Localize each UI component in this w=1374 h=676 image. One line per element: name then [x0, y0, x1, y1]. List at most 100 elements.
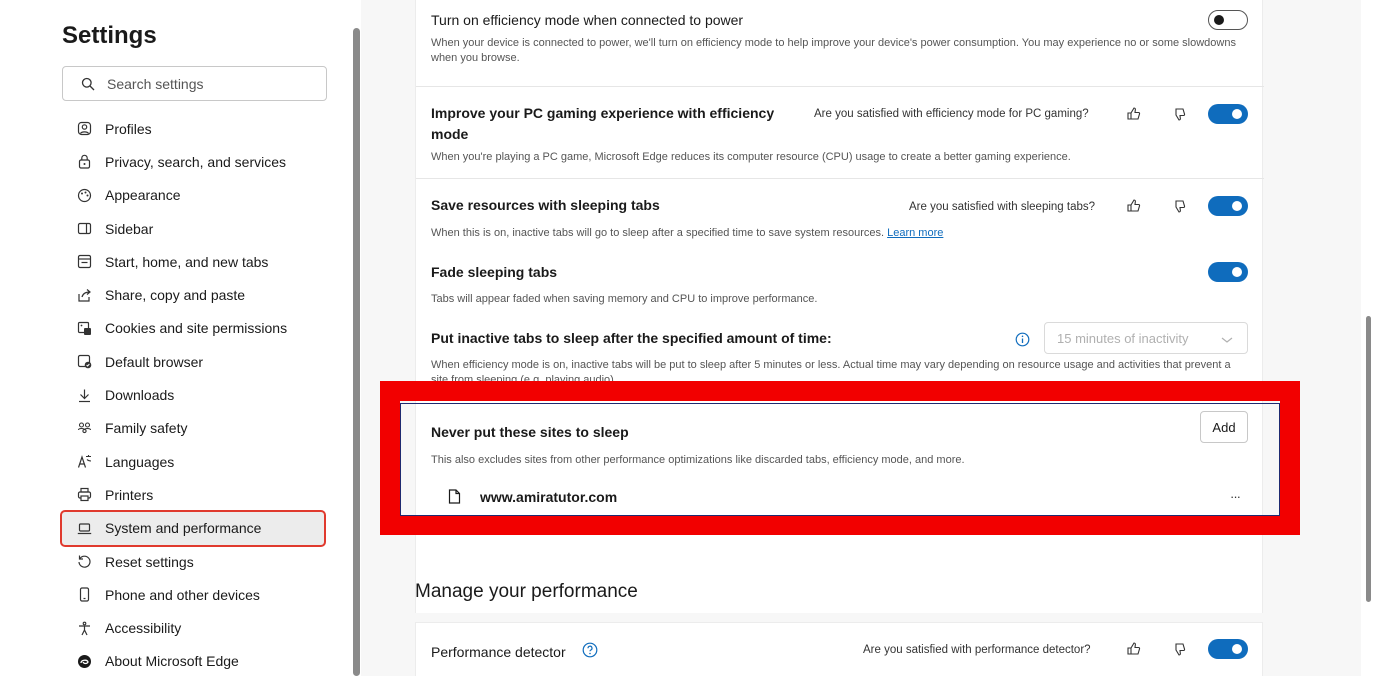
- fade-tabs-desc: Tabs will appear faded when saving memor…: [431, 293, 818, 305]
- thumbs-down-icon[interactable]: [1171, 641, 1187, 657]
- info-icon[interactable]: [1014, 331, 1030, 347]
- manage-performance-heading: Manage your performance: [415, 581, 638, 602]
- download-icon: [76, 387, 93, 404]
- sidebar-item-label: Share, copy and paste: [105, 287, 246, 304]
- search-icon: [79, 75, 97, 93]
- sidebar-item-profiles[interactable]: Profiles: [62, 112, 324, 145]
- sidebar-item-label: Phone and other devices: [105, 586, 260, 603]
- sidebar-item-label: Languages: [105, 453, 175, 470]
- toggle-knob: [1232, 109, 1242, 119]
- sidebar-item-default-browser[interactable]: Default browser: [62, 345, 324, 378]
- sidebar-item-label: Cookies and site permissions: [105, 320, 288, 337]
- sidebar-item-label: Downloads: [105, 387, 175, 404]
- divider: [416, 86, 1264, 87]
- gaming-feedback-question: Are you satisfied with efficiency mode f…: [814, 108, 1089, 120]
- sidebar-item-reset[interactable]: Reset settings: [62, 545, 324, 578]
- lock-icon: [76, 153, 93, 170]
- fade-tabs-title: Fade sleeping tabs: [431, 264, 558, 280]
- settings-sidebar: Settings Profiles Privacy, search, and s…: [0, 0, 352, 676]
- sidebar-item-label: Default browser: [105, 353, 204, 370]
- gaming-row: Improve your PC gaming experience with e…: [431, 103, 791, 145]
- gaming-desc: When you're playing a PC game, Microsoft…: [431, 151, 1071, 163]
- sleeping-tabs-desc-wrap: When this is on, inactive tabs will go t…: [431, 226, 1249, 241]
- profile-icon: [76, 120, 93, 137]
- thumbs-up-icon[interactable]: [1126, 198, 1142, 214]
- sidebar-item-accessibility[interactable]: Accessibility: [62, 611, 324, 644]
- annotation-inner-border: [400, 403, 1280, 516]
- performance-detector-title: Performance detector: [431, 644, 566, 660]
- accessibility-icon: [76, 620, 93, 637]
- home-tabs-icon: [76, 253, 93, 270]
- sleeping-tabs-toggle[interactable]: [1208, 196, 1248, 216]
- efficiency-power-row: Turn on efficiency mode when connected t…: [431, 12, 1249, 66]
- sleeping-tabs-title: Save resources with sleeping tabs: [431, 197, 660, 213]
- edge-logo-icon: [76, 653, 93, 670]
- sidebar-item-share[interactable]: Share, copy and paste: [62, 278, 324, 311]
- sidebar-item-start-home[interactable]: Start, home, and new tabs: [62, 245, 324, 278]
- share-icon: [76, 287, 93, 304]
- laptop-icon: [76, 520, 93, 537]
- main-scrollbar[interactable]: [1366, 316, 1371, 602]
- sidebar-item-about[interactable]: About Microsoft Edge: [62, 645, 324, 676]
- help-icon[interactable]: [582, 642, 598, 658]
- performance-detector-toggle[interactable]: [1208, 639, 1248, 659]
- thumbs-down-icon[interactable]: [1171, 106, 1187, 122]
- sidebar-item-privacy[interactable]: Privacy, search, and services: [62, 145, 324, 178]
- sidebar-item-label: Privacy, search, and services: [105, 153, 287, 170]
- learn-more-link[interactable]: Learn more: [887, 227, 943, 239]
- languages-icon: [76, 453, 93, 470]
- sidebar-icon: [76, 220, 93, 237]
- sleeping-tabs-desc: When this is on, inactive tabs will go t…: [431, 227, 885, 239]
- sidebar-item-label: Start, home, and new tabs: [105, 253, 269, 270]
- sleeping-tabs-feedback-question: Are you satisfied with sleeping tabs?: [909, 201, 1096, 213]
- settings-nav: Profiles Privacy, search, and services A…: [60, 112, 326, 676]
- toggle-knob: [1232, 644, 1242, 654]
- sidebar-item-appearance[interactable]: Appearance: [62, 179, 324, 212]
- sidebar-item-label: About Microsoft Edge: [105, 653, 239, 670]
- divider: [416, 178, 1264, 179]
- gaming-toggle[interactable]: [1208, 104, 1248, 124]
- sidebar-item-system-performance[interactable]: System and performance: [60, 509, 326, 547]
- efficiency-power-title: Turn on efficiency mode when connected t…: [431, 12, 744, 28]
- phone-icon: [76, 586, 93, 603]
- sidebar-item-label: System and performance: [105, 520, 262, 537]
- thumbs-down-icon[interactable]: [1171, 198, 1187, 214]
- chevron-down-icon: [1221, 333, 1233, 348]
- gaming-title-line2: mode: [431, 126, 469, 142]
- thumbs-up-icon[interactable]: [1126, 106, 1142, 122]
- toggle-knob: [1232, 201, 1242, 211]
- performance-detector-feedback-question: Are you satisfied with performance detec…: [863, 644, 1091, 656]
- sidebar-item-downloads[interactable]: Downloads: [62, 378, 324, 411]
- fade-tabs-toggle[interactable]: [1208, 262, 1248, 282]
- search-box[interactable]: [62, 66, 327, 101]
- sidebar-item-cookies[interactable]: Cookies and site permissions: [62, 312, 324, 345]
- toggle-knob: [1214, 15, 1224, 25]
- sidebar-item-phone[interactable]: Phone and other devices: [62, 578, 324, 611]
- efficiency-power-toggle[interactable]: [1208, 10, 1248, 30]
- palette-icon: [76, 187, 93, 204]
- search-input[interactable]: [107, 75, 307, 92]
- page-title: Settings: [62, 22, 157, 49]
- sidebar-item-printers[interactable]: Printers: [62, 478, 324, 511]
- toggle-knob: [1232, 267, 1242, 277]
- sidebar-item-label: Reset settings: [105, 553, 194, 570]
- sidebar-item-label: Family safety: [105, 420, 188, 437]
- sidebar-item-label: Profiles: [105, 120, 152, 137]
- family-icon: [76, 420, 93, 437]
- inactive-sleep-dropdown-value: 15 minutes of inactivity: [1057, 330, 1189, 346]
- performance-detector-card: Performance detector Are you satisfied w…: [415, 622, 1263, 676]
- sidebar-item-label: Sidebar: [105, 220, 154, 237]
- sidebar-item-label: Accessibility: [105, 620, 182, 637]
- sidebar-item-sidebar[interactable]: Sidebar: [62, 212, 324, 245]
- printer-icon: [76, 486, 93, 503]
- reset-icon: [76, 553, 93, 570]
- sidebar-item-label: Appearance: [105, 187, 181, 204]
- sidebar-scrollbar[interactable]: [353, 28, 360, 676]
- sidebar-item-family[interactable]: Family safety: [62, 412, 324, 445]
- sidebar-item-languages[interactable]: Languages: [62, 445, 324, 478]
- inactive-sleep-dropdown[interactable]: 15 minutes of inactivity: [1044, 322, 1248, 354]
- cookies-icon: [76, 320, 93, 337]
- sidebar-item-label: Printers: [105, 486, 154, 503]
- gaming-title-line1: Improve your PC gaming experience with e…: [431, 105, 775, 121]
- thumbs-up-icon[interactable]: [1126, 641, 1142, 657]
